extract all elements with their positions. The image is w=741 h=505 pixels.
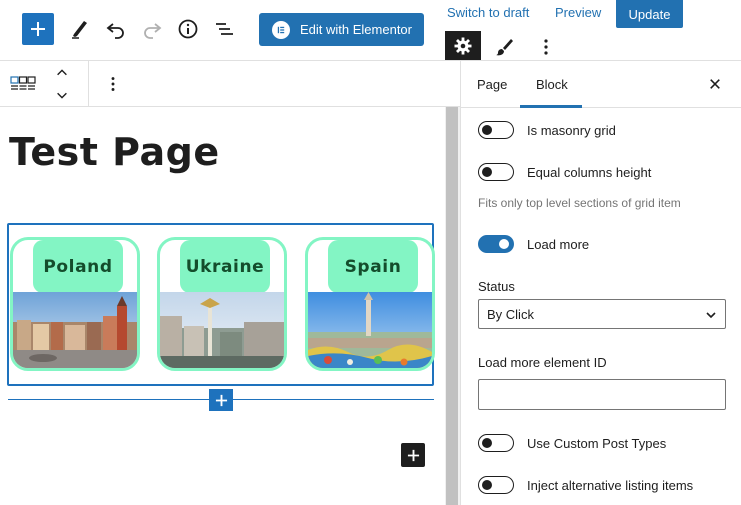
close-sidebar-button[interactable] — [705, 74, 725, 94]
move-up-button[interactable] — [52, 63, 72, 83]
custom-post-types-toggle-row: Use Custom Post Types — [478, 433, 666, 453]
chevron-down-icon — [706, 312, 716, 319]
settings-button[interactable] — [445, 31, 481, 61]
card-image-poland — [13, 292, 137, 368]
update-button[interactable]: Update — [616, 0, 683, 28]
elementor-button-label: Edit with Elementor — [300, 22, 412, 37]
chevron-up-icon — [57, 69, 67, 76]
equal-columns-label: Equal columns height — [527, 164, 652, 180]
preview-link[interactable]: Preview — [555, 5, 601, 20]
styles-button[interactable] — [490, 33, 518, 61]
listing-card-spain[interactable]: Spain — [305, 237, 435, 371]
insert-block-between-button[interactable] — [209, 389, 233, 411]
plus-icon — [407, 449, 419, 461]
card-image-ukraine — [160, 292, 284, 368]
block-toolbar — [0, 60, 460, 107]
equal-columns-toggle-row: Equal columns height — [478, 162, 651, 182]
options-button[interactable] — [532, 33, 560, 61]
toolbar-divider — [88, 61, 89, 107]
page-title[interactable]: Test Page — [9, 130, 220, 174]
card-title: Spain — [328, 240, 418, 293]
more-vertical-icon — [111, 77, 115, 91]
equal-columns-toggle[interactable] — [478, 163, 514, 181]
load-more-label: Load more — [527, 236, 590, 252]
masonry-toggle[interactable] — [478, 121, 514, 139]
load-more-id-label: Load more element ID — [478, 355, 607, 370]
move-down-button[interactable] — [52, 85, 72, 105]
info-icon — [178, 19, 198, 39]
load-more-toggle[interactable] — [478, 235, 514, 253]
masonry-label: Is masonry grid — [527, 122, 616, 138]
status-select-value: By Click — [487, 306, 534, 322]
load-more-toggle-row: Load more — [478, 234, 589, 254]
undo-icon — [106, 23, 124, 39]
inject-alternative-toggle-row: Inject alternative listing items — [478, 475, 693, 495]
redo-button[interactable] — [138, 15, 166, 43]
load-more-id-input[interactable] — [478, 379, 726, 410]
custom-post-types-toggle[interactable] — [478, 434, 514, 452]
equal-columns-help: Fits only top level sections of grid ite… — [478, 196, 681, 210]
close-icon — [710, 79, 720, 89]
block-type-button[interactable] — [9, 74, 37, 94]
status-select[interactable]: By Click — [478, 299, 726, 329]
undo-button[interactable] — [102, 15, 130, 43]
tab-page[interactable]: Page — [477, 61, 507, 108]
listing-card-ukraine[interactable]: Ukraine — [157, 237, 287, 371]
add-block-button[interactable] — [22, 13, 54, 45]
plus-icon — [31, 22, 45, 36]
edit-with-elementor-button[interactable]: Edit with Elementor — [259, 13, 424, 46]
plus-icon — [215, 394, 227, 406]
inject-alternative-toggle[interactable] — [478, 476, 514, 494]
listing-grid-icon — [10, 76, 36, 90]
brush-icon — [496, 39, 513, 56]
tools-button[interactable] — [66, 15, 94, 43]
card-title: Ukraine — [180, 240, 270, 293]
masonry-toggle-row: Is masonry grid — [478, 120, 616, 140]
pencil-icon — [72, 21, 87, 39]
switch-to-draft-link[interactable]: Switch to draft — [447, 5, 529, 20]
active-tab-indicator — [520, 105, 582, 108]
editor-header: Edit with Elementor Switch to draft Prev… — [0, 0, 741, 61]
inject-alternative-label: Inject alternative listing items — [527, 477, 694, 493]
card-title: Poland — [33, 240, 123, 293]
listing-grid-block[interactable]: Poland Ukraine Spain — [7, 223, 435, 386]
sidebar-tabs: Page Block — [461, 61, 741, 108]
editor-canvas: Test Page Poland Ukraine Spain — [0, 107, 445, 505]
append-block-button[interactable] — [401, 443, 425, 467]
elementor-icon — [272, 20, 290, 39]
redo-icon — [144, 23, 162, 39]
listing-card-poland[interactable]: Poland — [10, 237, 140, 371]
canvas-scrollbar-thumb[interactable] — [446, 107, 458, 505]
gear-icon — [454, 37, 472, 55]
tab-block[interactable]: Block — [536, 61, 568, 108]
list-view-icon — [216, 23, 233, 35]
chevron-down-icon — [57, 92, 67, 99]
settings-sidebar: Page Block Is masonry grid Equal columns… — [460, 60, 741, 505]
custom-post-types-label: Use Custom Post Types — [527, 435, 667, 451]
list-view-button[interactable] — [210, 15, 238, 43]
card-image-spain — [308, 292, 432, 368]
status-label: Status — [478, 279, 515, 294]
block-options-button[interactable] — [102, 73, 124, 95]
more-vertical-icon — [544, 39, 548, 55]
details-button[interactable] — [174, 15, 202, 43]
